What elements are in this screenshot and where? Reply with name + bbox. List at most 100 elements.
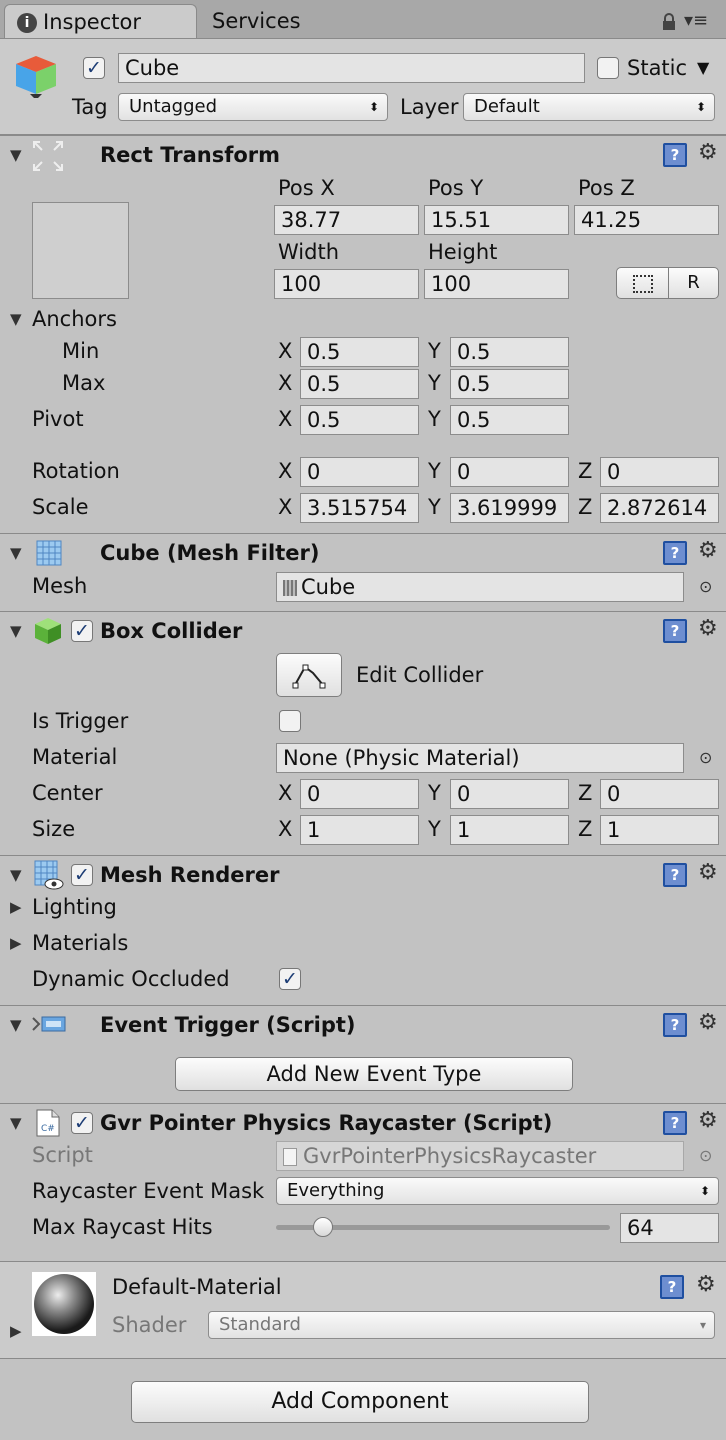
help-icon[interactable]: ?	[663, 863, 687, 887]
menu-icon[interactable]: ▾≡	[684, 12, 708, 30]
layer-value: Default	[474, 96, 540, 117]
help-icon[interactable]: ?	[663, 619, 687, 643]
gear-icon[interactable]: ⚙	[698, 539, 718, 563]
pos-y-field[interactable]: 15.51	[424, 205, 569, 235]
static-label: Static	[627, 56, 688, 80]
dotted-rect-icon	[632, 275, 653, 293]
help-icon[interactable]: ?	[663, 541, 687, 565]
center-y-field[interactable]: 0	[450, 779, 569, 809]
csharp-script-icon: C#	[36, 1109, 60, 1142]
help-icon[interactable]: ?	[663, 143, 687, 167]
max-raycast-hits-slider-thumb[interactable]	[312, 1217, 333, 1237]
pos-z-label: Pos Z	[578, 176, 635, 200]
gear-icon[interactable]: ⚙	[698, 1011, 718, 1035]
gear-icon[interactable]: ⚙	[698, 1109, 718, 1133]
collapse-triangle-icon[interactable]: ▼	[10, 1108, 22, 1138]
size-z-field[interactable]: 1	[600, 815, 719, 845]
edit-collider-button[interactable]	[276, 653, 342, 697]
add-new-event-type-button[interactable]: Add New Event Type	[175, 1057, 573, 1091]
object-picker-icon[interactable]: ⊙	[699, 743, 712, 773]
raycaster-event-mask-dropdown[interactable]: Everything ⬍	[276, 1177, 719, 1205]
mesh-field[interactable]: Cube	[276, 572, 684, 602]
gear-icon[interactable]: ⚙	[698, 861, 718, 885]
raw-edit-button[interactable]: R	[668, 267, 719, 299]
size-x-field[interactable]: 1	[300, 815, 419, 845]
shader-dropdown[interactable]: Standard ▾	[208, 1311, 715, 1339]
anchors-triangle-icon[interactable]: ▼	[10, 304, 22, 334]
lock-icon[interactable]	[662, 12, 676, 30]
anchor-max-x-field[interactable]: 0.5	[300, 369, 419, 399]
pivot-x-field[interactable]: 0.5	[300, 405, 419, 435]
expand-triangle-icon[interactable]: ▶	[10, 928, 22, 958]
width-label: Width	[278, 240, 340, 264]
scale-label: Scale	[32, 495, 89, 519]
collapse-triangle-icon[interactable]: ▼	[10, 140, 22, 170]
axis-y-label: Y	[428, 459, 441, 483]
gear-icon[interactable]: ⚙	[698, 617, 718, 641]
blueprint-mode-button[interactable]	[616, 267, 669, 299]
tab-services[interactable]: Services	[200, 4, 380, 38]
material-section	[0, 1261, 726, 1359]
scale-z-field[interactable]: 2.872614	[600, 493, 719, 523]
size-y-field[interactable]: 1	[450, 815, 569, 845]
svg-text:C#: C#	[41, 1124, 55, 1134]
box-collider-enabled-checkbox[interactable]: ✓	[71, 620, 93, 642]
scale-y-field[interactable]: 3.619999	[450, 493, 569, 523]
pos-x-label: Pos X	[278, 176, 335, 200]
rotation-label: Rotation	[32, 459, 120, 483]
center-z-field[interactable]: 0	[600, 779, 719, 809]
pivot-y-field[interactable]: 0.5	[450, 405, 569, 435]
lighting-foldout[interactable]: Lighting	[32, 892, 117, 922]
rotation-z-field[interactable]: 0	[600, 457, 719, 487]
anchor-presets-box[interactable]	[32, 202, 129, 299]
axis-z-label: Z	[578, 495, 593, 519]
expand-triangle-icon[interactable]: ▶	[10, 1316, 22, 1346]
add-component-button[interactable]: Add Component	[131, 1381, 589, 1423]
help-icon[interactable]: ?	[660, 1275, 684, 1299]
help-icon[interactable]: ?	[663, 1013, 687, 1037]
help-icon[interactable]: ?	[663, 1111, 687, 1135]
active-checkbox[interactable]: ✓	[83, 57, 105, 79]
anchor-max-label: Max	[62, 371, 106, 395]
mesh-renderer-enabled-checkbox[interactable]: ✓	[71, 864, 93, 886]
rotation-x-field[interactable]: 0	[300, 457, 419, 487]
height-field[interactable]: 100	[424, 269, 569, 299]
center-label: Center	[32, 781, 103, 805]
expand-triangle-icon[interactable]: ▶	[10, 892, 22, 922]
collapse-triangle-icon[interactable]: ▼	[10, 1010, 22, 1040]
material-label: Material	[32, 745, 118, 769]
dynamic-occluded-checkbox[interactable]: ✓	[279, 968, 301, 990]
pos-x-field[interactable]: 38.77	[274, 205, 419, 235]
gear-icon[interactable]: ⚙	[698, 141, 718, 165]
static-dropdown-arrow-icon[interactable]: ▼	[697, 53, 709, 83]
material-sphere-preview	[32, 1272, 96, 1336]
gear-icon[interactable]: ⚙	[696, 1273, 716, 1297]
materials-foldout[interactable]: Materials	[32, 928, 128, 958]
axis-y-label: Y	[428, 371, 441, 395]
axis-z-label: Z	[578, 459, 593, 483]
tag-dropdown[interactable]: Untagged ⬍	[118, 93, 388, 121]
axis-x-label: X	[278, 459, 293, 483]
tab-inspector[interactable]: i Inspector	[4, 4, 197, 38]
object-name-field[interactable]: Cube	[118, 53, 585, 83]
collapse-triangle-icon[interactable]: ▼	[10, 860, 22, 890]
physic-material-field[interactable]: None (Physic Material)	[276, 743, 684, 773]
anchor-max-y-field[interactable]: 0.5	[450, 369, 569, 399]
raycaster-enabled-checkbox[interactable]: ✓	[71, 1112, 93, 1134]
pos-z-field[interactable]: 41.25	[574, 205, 719, 235]
object-picker-icon[interactable]: ⊙	[699, 572, 712, 602]
scale-x-field[interactable]: 3.515754	[300, 493, 419, 523]
anchor-min-x-field[interactable]: 0.5	[300, 337, 419, 367]
static-checkbox[interactable]	[597, 57, 619, 79]
center-x-field[interactable]: 0	[300, 779, 419, 809]
width-field[interactable]: 100	[274, 269, 419, 299]
cube-gameobject-icon	[12, 54, 60, 103]
is-trigger-checkbox[interactable]	[279, 710, 301, 732]
collapse-triangle-icon[interactable]: ▼	[10, 616, 22, 646]
collapse-triangle-icon[interactable]: ▼	[10, 538, 22, 568]
anchor-min-y-field[interactable]: 0.5	[450, 337, 569, 367]
layer-dropdown[interactable]: Default ⬍	[463, 93, 715, 121]
dynamic-occluded-label: Dynamic Occluded	[32, 967, 230, 991]
max-raycast-hits-field[interactable]: 64	[620, 1213, 719, 1243]
rotation-y-field[interactable]: 0	[450, 457, 569, 487]
